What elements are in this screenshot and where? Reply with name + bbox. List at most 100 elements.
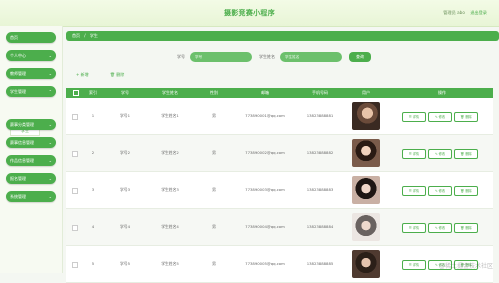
watermark: @稀土掘金技术社区 (438, 263, 493, 270)
sidebar-item-teachers[interactable]: 教师管理 ⌄ (6, 68, 56, 79)
search-button[interactable]: 查询 (349, 52, 371, 62)
header-gender: 性别 (210, 90, 218, 95)
row-checkbox[interactable] (72, 225, 78, 231)
edit-button[interactable]: ✎ 修改 (428, 186, 452, 196)
detail-button[interactable]: ☰ 详情 (402, 149, 426, 159)
sidebar-item-label: 个人中心 (10, 53, 26, 58)
cell-sid: 学号2 (119, 150, 130, 155)
sidebar-item-label: 报名管理 (10, 176, 26, 181)
table-row: 3 学号3 学生姓名3 男 773890003@qq.com 138238888… (66, 172, 493, 209)
sidebar-item-students[interactable]: 学生管理 ⌃ (6, 86, 56, 97)
chevron-down-icon: ⌄ (48, 122, 52, 127)
edit-label: 修改 (438, 189, 446, 193)
add-label: 新增 (80, 72, 89, 77)
breadcrumb-home[interactable]: 首页 (72, 33, 80, 38)
delete-row-button[interactable]: 🗑 删除 (454, 223, 478, 233)
table-header: 索引 学号 学生姓名 性别 邮箱 手机号码 用户 操作 (66, 88, 493, 98)
sidebar: 首页 个人中心 ⌄ 教师管理 ⌄ 学生管理 ⌃ 学生 赛事分类管理 ⌄ 赛事信息管理 ⌄ … (0, 26, 63, 273)
cell-phone: 13823888885 (306, 261, 334, 266)
delete-row-button[interactable]: 🗑 删除 (454, 186, 478, 196)
table-row: 2 学号2 学生姓名2 男 773890002@qq.com 138238888… (66, 135, 493, 172)
sidebar-item-works[interactable]: 作品信息管理 ⌄ (6, 155, 56, 166)
detail-label: 详情 (412, 226, 420, 230)
cell-gender: 男 (212, 224, 216, 229)
cell-email: 773890001@qq.com (245, 113, 285, 118)
cell-gender: 男 (212, 150, 216, 155)
detail-button[interactable]: ☰ 详情 (402, 260, 426, 270)
header-email: 邮箱 (261, 90, 269, 95)
user-label: 管理员 abo (443, 10, 465, 15)
header-avatar: 用户 (362, 90, 370, 95)
logout-link[interactable]: 退出登录 (470, 10, 487, 15)
cell-email: 773890003@qq.com (245, 187, 285, 192)
user-info: 管理员 abo 退出登录 (439, 10, 487, 16)
edit-button[interactable]: ✎ 修改 (428, 149, 452, 159)
breadcrumb-separator: / (84, 33, 86, 38)
top-bar: 摄影竞赛小程序 管理员 abo 退出登录 (0, 0, 499, 27)
delete-row-button[interactable]: 🗑 删除 (454, 149, 478, 159)
row-checkbox[interactable] (72, 188, 78, 194)
cell-gender: 男 (212, 261, 216, 266)
detail-button[interactable]: ☰ 详情 (402, 223, 426, 233)
chevron-down-icon: ⌄ (48, 53, 52, 58)
edit-button[interactable]: ✎ 修改 (428, 223, 452, 233)
cell-index: 5 (91, 261, 95, 266)
delete-row-label: 删除 (465, 189, 472, 193)
edit-label: 修改 (438, 152, 446, 156)
cell-sid: 学号3 (119, 187, 130, 192)
detail-label: 详情 (412, 263, 420, 267)
sidebar-item-label: 赛事分类管理 (10, 122, 34, 127)
sidebar-item-label: 学生管理 (10, 89, 26, 94)
main-content: 首页 / 学生 学号 学号 学生姓名 学生姓名 查询 + 新增 🗑 删除 索引 … (62, 26, 499, 283)
sidebar-item-contest-info[interactable]: 赛事信息管理 ⌄ (6, 137, 56, 148)
sidebar-item-label: 首页 (10, 35, 18, 40)
header-phone: 手机号码 (312, 90, 328, 95)
detail-label: 详情 (412, 115, 420, 119)
cell-sid: 学号4 (119, 224, 130, 229)
search-bar: 学号 学号 学生姓名 学生姓名 查询 (62, 52, 499, 62)
avatar (352, 250, 380, 278)
detail-button[interactable]: ☰ 详情 (402, 112, 426, 122)
delete-button[interactable]: 🗑 删除 (110, 72, 134, 77)
cell-index: 3 (91, 187, 95, 192)
cell-sid: 学号5 (119, 261, 130, 266)
detail-label: 详情 (412, 189, 420, 193)
avatar (352, 102, 380, 130)
delete-row-button[interactable]: 🗑 删除 (454, 112, 478, 122)
edit-button[interactable]: ✎ 修改 (428, 112, 452, 122)
cell-name: 学生姓名4 (161, 224, 179, 229)
cell-phone: 13823888883 (306, 187, 334, 192)
add-button[interactable]: + 新增 (76, 72, 99, 77)
avatar (352, 139, 380, 167)
search-input-name[interactable]: 学生姓名 (280, 52, 342, 62)
delete-label: 删除 (116, 72, 125, 77)
sidebar-item-profile[interactable]: 个人中心 ⌄ (6, 50, 56, 61)
search-label-name: 学生姓名 (259, 54, 275, 59)
row-checkbox[interactable] (72, 151, 78, 157)
detail-button[interactable]: ☰ 详情 (402, 186, 426, 196)
cell-email: 773890002@qq.com (245, 150, 285, 155)
avatar (352, 176, 380, 204)
row-checkbox[interactable] (72, 262, 78, 268)
chevron-up-icon: ⌃ (48, 89, 52, 94)
header-select[interactable] (70, 88, 82, 98)
delete-row-label: 删除 (465, 152, 472, 156)
sidebar-item-contest-category[interactable]: 赛事分类管理 ⌄ (6, 119, 56, 130)
sidebar-item-home[interactable]: 首页 (6, 32, 56, 43)
chevron-down-icon: ⌄ (48, 71, 52, 76)
sidebar-item-registration[interactable]: 报名管理 ⌄ (6, 173, 56, 184)
row-checkbox[interactable] (72, 114, 78, 120)
table-row: 1 学号1 学生姓名1 男 773890001@qq.com 138238888… (66, 98, 493, 135)
sidebar-item-system[interactable]: 系统管理 ⌄ (6, 191, 56, 202)
delete-row-label: 删除 (465, 226, 472, 230)
chevron-down-icon: ⌄ (48, 140, 52, 145)
cell-phone: 13823888884 (306, 224, 334, 229)
search-input-sid[interactable]: 学号 (190, 52, 252, 62)
app-title: 摄影竞赛小程序 (223, 9, 276, 17)
search-label-sid: 学号 (177, 54, 185, 59)
table-row: 4 学号4 学生姓名4 男 773890004@qq.com 138238888… (66, 209, 493, 246)
cell-name: 学生姓名5 (161, 261, 179, 266)
sidebar-item-label: 赛事信息管理 (10, 140, 34, 145)
detail-label: 详情 (412, 152, 420, 156)
breadcrumb-current: 学生 (89, 33, 98, 38)
